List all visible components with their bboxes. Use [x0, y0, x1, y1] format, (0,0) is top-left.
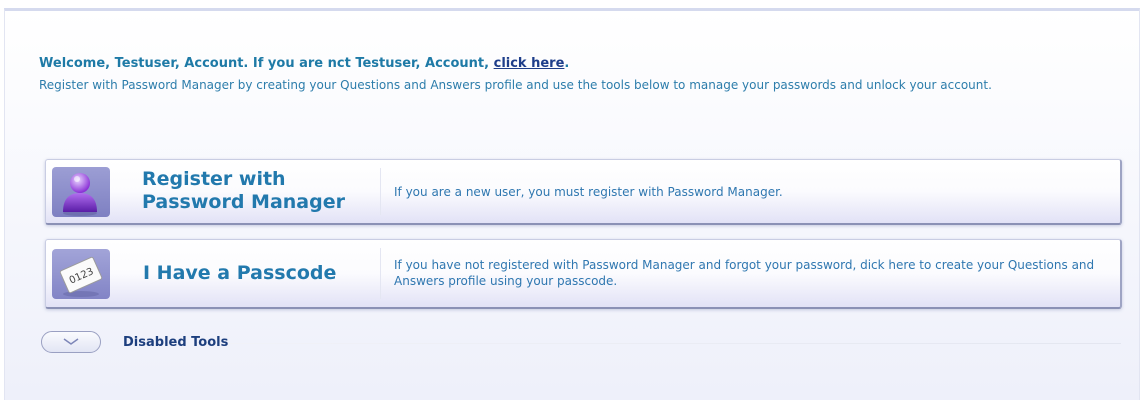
welcome-text: Welcome, Testuser, Account. If you are n…: [39, 56, 494, 71]
register-tool-title: Register with Password Manager: [142, 168, 345, 213]
disabled-tools-section: Disabled Tools: [37, 331, 1121, 355]
password-manager-panel: Welcome, Testuser, Account. If you are n…: [4, 8, 1140, 400]
chevron-down-icon: [63, 338, 79, 345]
section-divider: [229, 343, 1121, 344]
passcode-tool-button[interactable]: 0123 I Have a Passcode If you have not r…: [45, 239, 1122, 309]
intro-text: Register with Password Manager by creati…: [39, 78, 992, 92]
welcome-suffix: .: [564, 56, 570, 71]
welcome-message: Welcome, Testuser, Account. If you are n…: [39, 56, 569, 71]
tool-divider: [380, 168, 381, 215]
tool-divider: [380, 248, 381, 299]
passcode-card-icon: 0123: [52, 248, 110, 299]
not-me-link[interactable]: click here: [494, 56, 565, 71]
passcode-tool-title: I Have a Passcode: [143, 262, 337, 284]
disabled-tools-label[interactable]: Disabled Tools: [123, 335, 228, 350]
disabled-tools-toggle[interactable]: [41, 331, 101, 353]
passcode-tool-description: If you have not registered with Password…: [394, 258, 1095, 288]
user-icon: [52, 166, 110, 217]
register-tool-description: If you are a new user, you must register…: [394, 185, 783, 199]
register-tool-button[interactable]: Register with Password Manager If you ar…: [45, 159, 1122, 225]
